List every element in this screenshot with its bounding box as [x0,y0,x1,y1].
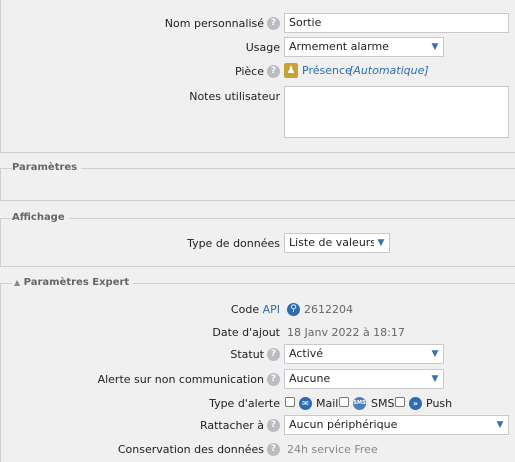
statut-label: Statut [230,348,264,361]
section-expert-title: Paramètres Expert [23,277,130,288]
chevron-down-icon: ▼ [493,417,507,433]
sms-icon: SMS [353,397,366,410]
push-icon: » [409,397,422,410]
help-icon[interactable]: ? [267,17,280,30]
help-icon[interactable]: ? [267,348,280,361]
date-label: Date d'ajout [212,326,280,339]
key-icon[interactable]: ⚲ [287,303,300,316]
help-icon[interactable]: ? [267,65,280,78]
statut-select[interactable]: Activé ▼ [284,344,444,364]
statut-value: Activé [289,347,324,360]
chevron-down-icon: ▼ [428,39,442,55]
piece-label: Pièce [234,65,264,78]
fieldset-border [0,218,515,219]
alerte-nc-value: Aucune [289,372,331,385]
fieldset-bottom-border [0,200,515,201]
triangle-up-icon: ▲ [14,278,21,287]
rattacher-select[interactable]: Aucun périphérique ▼ [284,415,509,435]
date-value: 18 Janv 2022 à 18:17 [287,326,405,339]
type-alerte-label: Type d'alerte [209,397,280,410]
rattacher-label: Rattacher à [199,419,264,432]
fieldset-left-border [0,168,1,200]
piece-link[interactable]: Présence [302,64,352,77]
conservation-value: 24h service Free [287,443,378,456]
type-donnees-value: Liste de valeurs [289,236,377,249]
piece-auto: [Automatique] [349,64,429,77]
conservation-label: Conservation des données [117,443,264,456]
panel-left-border [0,0,1,152]
code-label-text: Code [230,303,260,316]
notes-label: Notes utilisateur [189,90,280,103]
fieldset-left-border [0,218,1,266]
section-divider [0,152,515,153]
usage-value: Armement alarme [289,40,389,53]
nom-input[interactable]: Sortie [284,13,509,33]
section-expert-header[interactable]: ▲ Paramètres Expert [12,277,134,288]
type-donnees-select[interactable]: Liste de valeurs ▼ [284,233,390,253]
help-icon[interactable]: ? [267,373,280,386]
alert-mail-checkbox[interactable] [285,397,295,407]
code-label: Code API [231,303,280,316]
alert-sms-label: SMS [371,397,395,410]
code-value: 2612204 [304,303,353,316]
chevron-down-icon: ▼ [428,346,442,362]
nom-label: Nom personnalisé [164,17,264,30]
usage-label: Usage [245,41,280,54]
alerte-nc-label: Alerte sur non communication [97,373,264,386]
mail-icon: ✉ [299,397,312,410]
alert-mail-label: Mail [316,397,339,410]
notes-textarea[interactable] [284,86,509,138]
fieldset-bottom-border [0,266,515,267]
section-affichage-title[interactable]: Affichage [12,212,69,223]
chevron-down-icon: ▼ [428,371,442,387]
alert-push-checkbox[interactable] [395,397,405,407]
alert-sms-checkbox[interactable] [339,397,349,407]
rattacher-value: Aucun périphérique [289,418,398,431]
alerte-nc-select[interactable]: Aucune ▼ [284,369,444,389]
fieldset-left-border [0,283,1,462]
type-donnees-label: Type de données [187,237,280,250]
section-parametres-title[interactable]: Paramètres [12,162,82,173]
alert-push-label: Push [426,397,453,410]
usage-select[interactable]: Armement alarme ▼ [284,37,444,57]
room-presence-icon: ♟ [284,63,298,78]
code-api-link[interactable]: API [263,303,280,316]
help-icon[interactable]: ? [267,443,280,456]
help-icon[interactable]: ? [267,419,280,432]
chevron-down-icon: ▼ [374,235,388,251]
